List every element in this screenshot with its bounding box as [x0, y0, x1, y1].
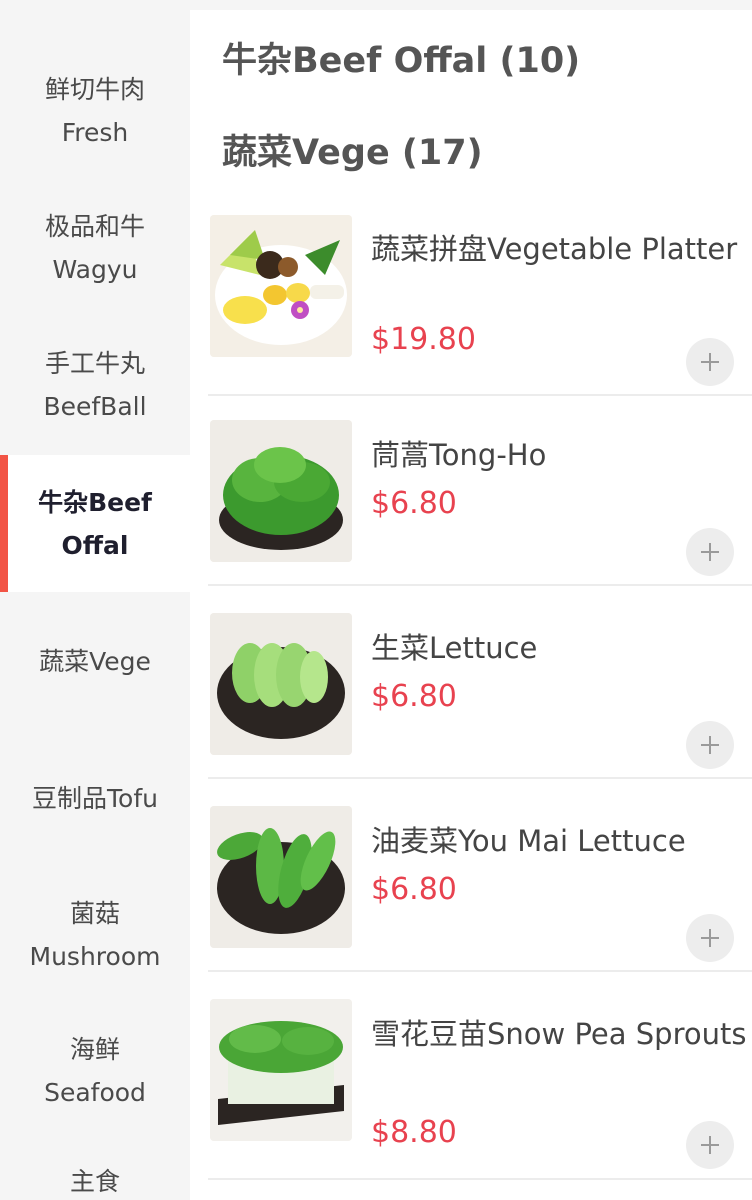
section-title-beef-offal: 牛杂Beef Offal (10) — [222, 41, 581, 81]
section-title-vege: 蔬菜Vege (17) — [222, 133, 483, 173]
add-button[interactable] — [686, 528, 734, 576]
vegetable-platter-image — [210, 215, 352, 357]
item-price: $6.80 — [371, 872, 457, 907]
sidebar-item-label: 牛杂Beef — [38, 487, 152, 517]
lettuce-image — [210, 613, 352, 755]
item-name: 茼蒿Tong-Ho — [371, 438, 547, 472]
menu-item[interactable]: 生菜Lettuce $6.80 — [208, 589, 752, 779]
sidebar-item-seafood[interactable]: 海鲜 Seafood — [0, 1006, 190, 1136]
sidebar-item-vege[interactable]: 蔬菜Vege — [0, 596, 190, 726]
plus-icon — [701, 736, 719, 754]
add-button[interactable] — [686, 338, 734, 386]
sidebar-item-label: Mushroom — [29, 942, 161, 971]
sidebar-item-label: 鲜切牛肉 — [44, 75, 145, 104]
item-price: $8.80 — [371, 1115, 457, 1150]
sidebar-item-label: 主食 — [69, 1167, 120, 1196]
sidebar-item-label: Wagyu — [52, 255, 138, 284]
sidebar-item-tofu[interactable]: 豆制品Tofu — [0, 733, 190, 863]
sidebar-item-label: 手工牛丸 — [44, 349, 145, 378]
sidebar-item-label: 蔬菜Vege — [39, 646, 151, 676]
item-price: $6.80 — [371, 679, 457, 714]
category-sidebar: 鲜切牛肉 Fresh 极品和牛 Wagyu 手工牛丸 BeefBall 牛杂Be… — [0, 0, 190, 1200]
sidebar-item-label: 豆制品Tofu — [32, 783, 158, 813]
item-name: 雪花豆苗Snow Pea Sprouts — [371, 1017, 747, 1051]
add-button[interactable] — [686, 721, 734, 769]
sidebar-item-label: BeefBall — [43, 392, 147, 421]
sidebar-item-label: 极品和牛 — [44, 212, 145, 241]
sidebar-item-label: Seafood — [44, 1078, 146, 1107]
item-name: 油麦菜You Mai Lettuce — [371, 824, 686, 858]
plus-icon — [701, 353, 719, 371]
sidebar-item-fresh[interactable]: 鲜切牛肉 Fresh — [0, 46, 190, 176]
add-button[interactable] — [686, 1121, 734, 1169]
snow-pea-sprouts-image — [210, 999, 352, 1141]
sidebar-item-mushroom[interactable]: 菌菇 Mushroom — [0, 870, 190, 1000]
tong-ho-image — [210, 420, 352, 562]
menu-screen: 鲜切牛肉 Fresh 极品和牛 Wagyu 手工牛丸 BeefBall 牛杂Be… — [0, 0, 752, 1200]
sidebar-item-label: 海鲜 — [69, 1035, 120, 1064]
sidebar-item-staple[interactable]: 主食 — [0, 1160, 190, 1200]
menu-item[interactable]: 雪花豆苗Snow Pea Sprouts $8.80 — [208, 975, 752, 1180]
add-button[interactable] — [686, 914, 734, 962]
menu-item[interactable]: 蔬菜拼盘Vegetable Platter $19.80 — [208, 206, 752, 396]
sidebar-item-beef-offal[interactable]: 牛杂Beef Offal — [0, 455, 190, 592]
menu-item[interactable]: 茼蒿Tong-Ho $6.80 — [208, 396, 752, 586]
item-name: 蔬菜拼盘Vegetable Platter — [371, 232, 738, 266]
plus-icon — [701, 1136, 719, 1154]
plus-icon — [701, 543, 719, 561]
menu-item[interactable]: 油麦菜You Mai Lettuce $6.80 — [208, 782, 752, 972]
item-price: $19.80 — [371, 322, 476, 357]
sidebar-item-label: Fresh — [61, 118, 129, 147]
sidebar-item-label: 菌菇 — [69, 899, 120, 928]
sidebar-item-wagyu[interactable]: 极品和牛 Wagyu — [0, 183, 190, 313]
sidebar-item-beefball[interactable]: 手工牛丸 BeefBall — [0, 320, 190, 450]
sidebar-item-label: Offal — [61, 530, 129, 560]
item-name: 生菜Lettuce — [371, 631, 538, 665]
plus-icon — [701, 929, 719, 947]
item-price: $6.80 — [371, 486, 457, 521]
menu-content: 牛杂Beef Offal (10) 蔬菜Vege (17) 蔬菜拼盘Vegeta… — [190, 10, 752, 1200]
you-mai-lettuce-image — [210, 806, 352, 948]
